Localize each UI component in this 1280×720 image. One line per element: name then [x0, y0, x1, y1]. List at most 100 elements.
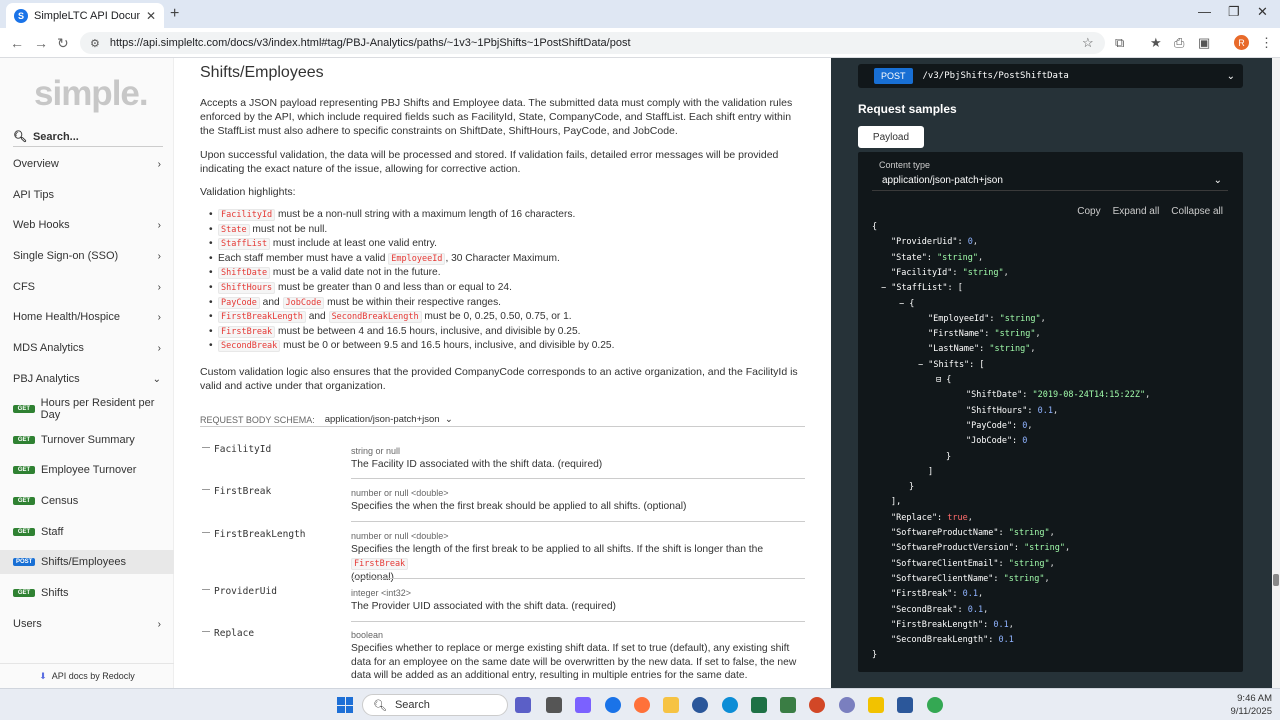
sidebar-item-home-health[interactable]: Home Health/Hospice ›: [0, 305, 174, 329]
endpoint-header[interactable]: POST /v3/PbjShifts/PostShiftData ⌄: [858, 64, 1243, 88]
word-icon[interactable]: [897, 697, 913, 713]
back-icon[interactable]: ←: [10, 35, 24, 51]
json-line: "ShiftDate": "2019-08-24T14:15:22Z",: [966, 390, 1151, 401]
copy-button[interactable]: Copy: [1077, 206, 1100, 217]
payload-tab[interactable]: Payload: [858, 126, 924, 148]
bookmark-star-icon[interactable]: ☆: [1082, 35, 1094, 51]
file-explorer-icon[interactable]: [663, 697, 679, 713]
sidebar-sub-employee-turnover[interactable]: GET Employee Turnover: [0, 458, 174, 482]
collapse-all-button[interactable]: Collapse all: [1171, 206, 1223, 217]
sidebar-search[interactable]: 🔍︎ Search...: [13, 130, 79, 144]
extensions-icon[interactable]: ⧉: [1115, 35, 1124, 51]
start-button[interactable]: [337, 697, 353, 713]
chrome-icon[interactable]: [605, 697, 621, 713]
json-line: "FacilityId": "string",: [891, 267, 1009, 278]
list-item: Each staff member must have a valid Empl…: [209, 252, 808, 268]
json-line: ]: [928, 466, 934, 477]
address-bar-row: ← → ↻ ⚙ https://api.simpleltc.com/docs/v…: [0, 28, 1280, 58]
sidebar-sub-shifts[interactable]: GET Shifts: [0, 581, 174, 605]
method-badge: POST: [874, 68, 913, 84]
validation-list: FacilityId must be a non-null string wit…: [209, 209, 808, 355]
json-line: "ShiftHours": 0.1,: [966, 405, 1059, 416]
expand-all-button[interactable]: Expand all: [1113, 206, 1160, 217]
sidebar-sub-hprd[interactable]: GET Hours per Resident per Day: [0, 397, 174, 421]
json-line: ⊟ {: [936, 375, 952, 385]
search-icon: 🔍︎: [373, 699, 387, 712]
json-line: "FirstBreak": 0.1,: [891, 589, 984, 600]
screenshot-icon[interactable]: ▣: [1198, 35, 1210, 51]
sidebar-item-pbj-analytics[interactable]: PBJ Analytics ⌄: [0, 367, 174, 391]
redocly-footer[interactable]: ⬇ API docs by Redocly: [0, 663, 174, 688]
menu-kebab-icon[interactable]: ⋮: [1260, 35, 1273, 51]
sidebar-sub-staff[interactable]: GET Staff: [0, 520, 174, 544]
taskbar-search[interactable]: 🔍︎ Search: [362, 694, 508, 716]
content-type-select[interactable]: application/json-patch+json ⌄: [872, 170, 1228, 190]
browser-tab-bar: S SimpleLTC API Documentation ✕ + — ❐ ✕: [0, 0, 1280, 28]
sidebar-item-mds-analytics[interactable]: MDS Analytics ›: [0, 336, 174, 360]
json-line: {: [872, 222, 878, 232]
list-item: FirstBreakLength and SecondBreakLength m…: [209, 311, 808, 326]
sidebar-item-api-tips[interactable]: API Tips: [0, 183, 174, 207]
json-line: "PayCode": 0,: [966, 420, 1033, 431]
json-line: "Replace": true,: [891, 512, 973, 523]
url-field[interactable]: ⚙ https://api.simpleltc.com/docs/v3/inde…: [80, 32, 1105, 54]
edge-icon[interactable]: [722, 697, 738, 713]
json-line: }: [872, 650, 878, 661]
sticky-notes-icon[interactable]: [868, 697, 884, 713]
sidebar-item-sso[interactable]: Single Sign-on (SSO) ›: [0, 244, 174, 268]
browser-tab[interactable]: S SimpleLTC API Documentation ✕: [6, 3, 164, 28]
sidebar-item-overview[interactable]: Overview ›: [0, 152, 174, 176]
powerpoint-icon[interactable]: [809, 697, 825, 713]
page-title: Shifts/Employees: [200, 64, 324, 81]
teams-icon[interactable]: [515, 697, 531, 713]
settings-icon[interactable]: [839, 697, 855, 713]
new-tab-icon[interactable]: +: [170, 5, 179, 23]
profile-avatar[interactable]: R: [1234, 35, 1249, 50]
sidebar: simple. 🔍︎ Search... Overview › API Tips …: [0, 58, 174, 688]
taskbar-clock[interactable]: 9:46 AM 9/11/2025: [1220, 692, 1272, 718]
print-icon[interactable]: ⎙: [1174, 35, 1184, 51]
close-window-icon[interactable]: ✕: [1257, 4, 1268, 20]
validation-heading: Validation highlights:: [200, 186, 296, 198]
chevron-down-icon: ⌄: [1213, 174, 1222, 186]
list-item: StaffList must include at least one vali…: [209, 238, 808, 253]
description-paragraph: Accepts a JSON payload representing PBJ …: [200, 97, 793, 137]
redocly-logo-icon: ⬇: [39, 670, 47, 681]
page-scrollbar[interactable]: [1272, 58, 1280, 688]
json-line: "SecondBreakLength": 0.1: [891, 635, 1014, 646]
schema-content-type-select[interactable]: application/json-patch+json ⌄: [325, 414, 453, 425]
simple-logo[interactable]: simple.: [34, 74, 149, 114]
forward-icon[interactable]: →: [34, 35, 48, 51]
firefox-icon[interactable]: [634, 697, 650, 713]
close-tab-icon[interactable]: ✕: [146, 9, 156, 23]
app-icon[interactable]: [692, 697, 708, 713]
json-line: "EmployeeId": "string",: [928, 313, 1046, 324]
chrome-icon[interactable]: [927, 697, 943, 713]
site-info-icon[interactable]: ⚙: [90, 37, 100, 50]
json-line: ],: [891, 497, 902, 508]
app-icon[interactable]: [546, 697, 562, 713]
sidebar-sub-census[interactable]: GET Census: [0, 489, 174, 513]
json-line: "SoftwareProductVersion": "string",: [891, 543, 1071, 554]
sidebar-sub-shifts-employees[interactable]: POST Shifts/Employees: [0, 550, 174, 574]
json-line: "State": "string",: [891, 252, 984, 263]
list-item: FacilityId must be a non-null string wit…: [209, 209, 808, 224]
copilot-icon[interactable]: [575, 697, 591, 713]
chevron-down-icon: ⌄: [152, 373, 161, 385]
reload-icon[interactable]: ↻: [57, 35, 69, 52]
chevron-right-icon: ›: [157, 342, 161, 354]
favorites-icon[interactable]: ★: [1150, 35, 1162, 51]
sidebar-sub-turnover-summary[interactable]: GET Turnover Summary: [0, 428, 174, 452]
sidebar-item-cfs[interactable]: CFS ›: [0, 275, 174, 299]
excel-icon[interactable]: [751, 697, 767, 713]
main-content: Shifts/Employees Accepts a JSON payload …: [174, 58, 830, 688]
app-icon[interactable]: [780, 697, 796, 713]
sidebar-item-users[interactable]: Users ›: [0, 612, 174, 636]
sidebar-item-web-hooks[interactable]: Web Hooks ›: [0, 213, 174, 237]
tab-title: SimpleLTC API Documentation: [34, 9, 140, 22]
list-item: PayCode and JobCode must be within their…: [209, 296, 808, 312]
maximize-icon[interactable]: ❐: [1228, 4, 1240, 20]
minimize-icon[interactable]: —: [1198, 4, 1211, 19]
json-line: "SecondBreak": 0.1,: [891, 604, 989, 615]
code-sample-box: Content type application/json-patch+json…: [858, 152, 1243, 672]
